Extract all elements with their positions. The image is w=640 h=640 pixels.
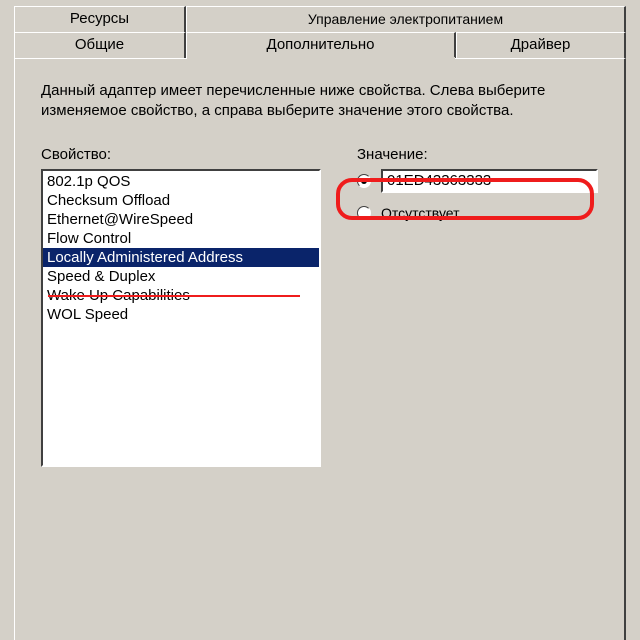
property-item[interactable]: 802.1p QOS	[43, 172, 319, 191]
property-listbox[interactable]: 802.1p QOSChecksum OffloadEthernet@WireS…	[41, 169, 321, 467]
radio-absent[interactable]	[357, 206, 371, 220]
tab-driver[interactable]: Драйвер	[456, 32, 626, 58]
property-item[interactable]: Speed & Duplex	[43, 267, 319, 286]
radio-value[interactable]	[357, 174, 371, 188]
columns: Свойство: 802.1p QOSChecksum OffloadEthe…	[41, 146, 598, 467]
tab-power-management[interactable]: Управление электропитанием	[186, 6, 626, 32]
property-label: Свойство:	[41, 146, 331, 163]
tab-advanced[interactable]: Дополнительно	[186, 32, 456, 58]
property-item[interactable]: Locally Administered Address	[43, 248, 319, 267]
tab-row-primary: Общие Дополнительно Драйвер	[14, 32, 626, 58]
value-input[interactable]	[381, 169, 598, 193]
property-item[interactable]: Flow Control	[43, 229, 319, 248]
value-column: Значение: Отсутствует	[357, 146, 598, 233]
property-item[interactable]: WOL Speed	[43, 305, 319, 324]
absent-radio-row: Отсутствует	[357, 205, 598, 221]
property-item[interactable]: Wake Up Capabilities	[43, 286, 319, 305]
radio-absent-label: Отсутствует	[381, 205, 460, 221]
tab-resources[interactable]: Ресурсы	[14, 6, 186, 32]
active-tab-mask	[187, 57, 455, 60]
property-item[interactable]: Ethernet@WireSpeed	[43, 210, 319, 229]
property-column: Свойство: 802.1p QOSChecksum OffloadEthe…	[41, 146, 331, 467]
advanced-panel: Данный адаптер имеет перечисленные ниже …	[14, 58, 626, 640]
value-radio-row	[357, 169, 598, 193]
property-item[interactable]: Checksum Offload	[43, 191, 319, 210]
panel-description: Данный адаптер имеет перечисленные ниже …	[41, 81, 598, 122]
tab-general[interactable]: Общие	[14, 32, 186, 58]
properties-dialog: Ресурсы Управление электропитанием Общие…	[0, 0, 640, 640]
tab-row-secondary: Ресурсы Управление электропитанием	[14, 6, 626, 32]
value-label: Значение:	[357, 146, 598, 163]
